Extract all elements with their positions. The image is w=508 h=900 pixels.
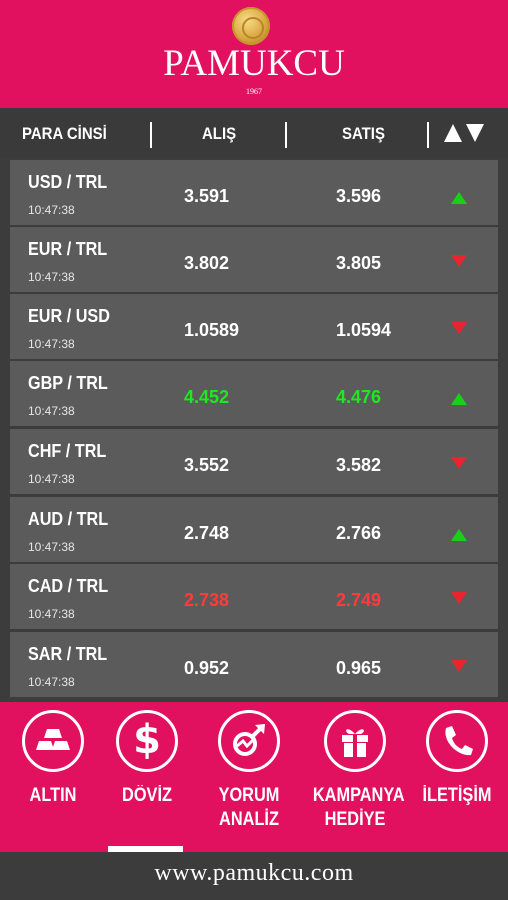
trend-down-icon (451, 660, 467, 672)
buy-price: 3.802 (184, 253, 230, 273)
currency-pair: USD / TRL (28, 172, 108, 192)
currency-pair: EUR / USD (28, 306, 110, 326)
rate-row[interactable]: GBP / TRL 10:47:38 4.452 4.476 (10, 361, 498, 426)
tab-label: ALTIN (29, 785, 77, 806)
currency-pair: GBP / TRL (28, 373, 108, 393)
rate-row[interactable]: CAD / TRL 10:47:38 2.738 2.749 (10, 564, 498, 629)
tab-label: KAMPANYA HEDİYE (312, 785, 405, 830)
trend-down-icon (451, 322, 467, 334)
sell-price: 3.582 (336, 455, 382, 475)
footer: www.pamukcu.com (0, 852, 508, 900)
gold-coin-logo-icon (232, 7, 270, 45)
phone-icon (426, 710, 488, 772)
rate-row[interactable]: AUD / TRL 10:47:38 2.748 2.766 (10, 497, 498, 562)
trend-up-icon (451, 393, 467, 405)
column-sell: SATIŞ (342, 124, 385, 143)
buy-price: 3.552 (184, 455, 230, 475)
sell-price: 0.965 (336, 658, 382, 678)
currency-pair: CHF / TRL (28, 441, 107, 461)
currency-pair: EUR / TRL (28, 239, 108, 259)
sell-price: 4.476 (336, 387, 382, 407)
update-time: 10:47:38 (28, 540, 75, 554)
gold-bars-icon (22, 710, 84, 772)
update-time: 10:47:38 (28, 404, 75, 418)
sell-price: 2.749 (336, 590, 382, 610)
sell-price: 3.805 (336, 253, 382, 273)
sort-down-icon (466, 124, 484, 142)
column-currency: PARA CİNSİ (22, 124, 107, 143)
rate-row[interactable]: CHF / TRL 10:47:38 3.552 3.582 (10, 429, 498, 494)
tab-iletisim[interactable]: İLETİŞİM (414, 702, 500, 852)
currency-pair: CAD / TRL (28, 576, 109, 596)
buy-price: 4.452 (184, 387, 230, 407)
website-link[interactable]: www.pamukcu.com (0, 860, 508, 887)
currency-pair: AUD / TRL (28, 509, 109, 529)
sell-price: 2.766 (336, 523, 382, 543)
column-separator (150, 122, 152, 148)
update-time: 10:47:38 (28, 337, 75, 351)
trend-down-icon (451, 457, 467, 469)
gift-icon (324, 710, 386, 772)
bottom-tab-bar: ALTIN $ DÖVİZ YORUM ANALİZ KAMPANYA HEDİ… (0, 702, 508, 852)
column-separator (427, 122, 429, 148)
buy-price: 1.0589 (184, 320, 240, 340)
column-buy: ALIŞ (202, 124, 237, 143)
currency-pair: SAR / TRL (28, 644, 108, 664)
update-time: 10:47:38 (28, 270, 75, 284)
dollar-icon: $ (116, 710, 178, 772)
header: PAMUKCU 1967 (0, 0, 508, 108)
tab-label: YORUM ANALİZ (218, 785, 280, 830)
trend-up-icon (451, 529, 467, 541)
update-time: 10:47:38 (28, 203, 75, 217)
buy-price: 2.748 (184, 523, 230, 543)
column-separator (285, 122, 287, 148)
buy-price: 3.591 (184, 186, 230, 206)
buy-price: 2.738 (184, 590, 230, 610)
rate-list[interactable]: USD / TRL 10:47:38 3.591 3.596 EUR / TRL… (10, 160, 498, 700)
rate-row[interactable]: SAR / TRL 10:47:38 0.952 0.965 (10, 632, 498, 697)
buy-price: 0.952 (184, 658, 230, 678)
tab-label: DÖVİZ (122, 785, 172, 806)
trend-down-icon (451, 255, 467, 267)
trend-down-icon (451, 592, 467, 604)
tab-kampanya-hediye[interactable]: KAMPANYA HEDİYE (306, 702, 405, 852)
sort-up-icon (444, 124, 462, 142)
tab-altin[interactable]: ALTIN (14, 702, 92, 852)
update-time: 10:47:38 (28, 675, 75, 689)
sell-price: 1.0594 (336, 320, 392, 340)
rate-row[interactable]: USD / TRL 10:47:38 3.591 3.596 (10, 160, 498, 225)
sort-toggle-button[interactable] (442, 120, 488, 148)
tab-label: İLETİŞİM (422, 785, 492, 806)
column-header: PARA CİNSİ ALIŞ SATIŞ (0, 108, 508, 158)
trend-up-icon (451, 192, 467, 204)
tab-yorum-analiz[interactable]: YORUM ANALİZ (208, 702, 290, 852)
update-time: 10:47:38 (28, 607, 75, 621)
analysis-icon (218, 710, 280, 772)
brand-year: 1967 (246, 87, 262, 96)
tab-doviz[interactable]: $ DÖVİZ (108, 702, 186, 852)
rate-row[interactable]: EUR / TRL 10:47:38 3.802 3.805 (10, 227, 498, 292)
brand-logo: PAMUKCU (163, 43, 345, 84)
sell-price: 3.596 (336, 186, 382, 206)
rate-row[interactable]: EUR / USD 10:47:38 1.0589 1.0594 (10, 294, 498, 359)
update-time: 10:47:38 (28, 472, 75, 486)
